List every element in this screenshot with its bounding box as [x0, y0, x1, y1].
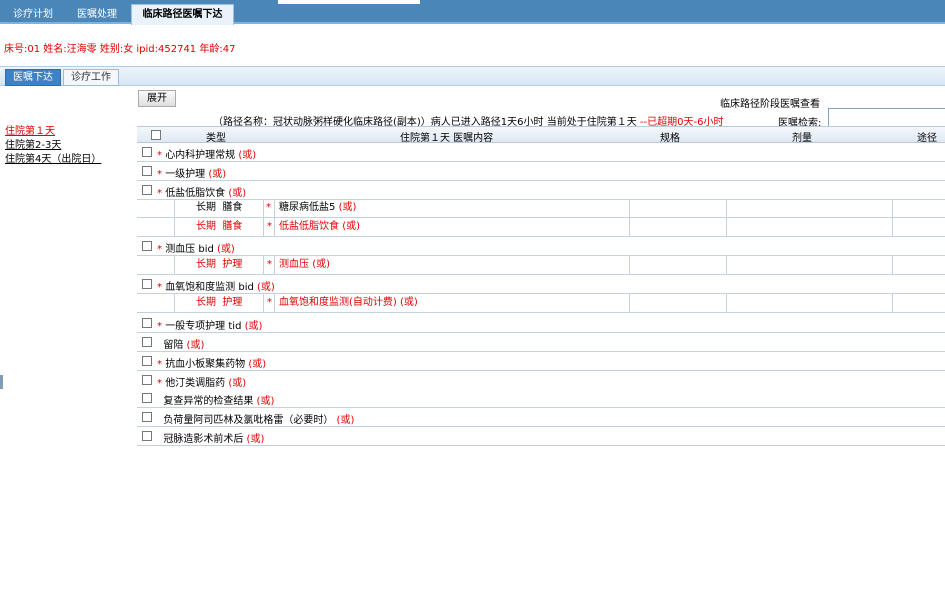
sub-star: * — [263, 294, 274, 313]
patient-info: 床号:01 姓名:汪海零 姓别:女 ipid:452741 年龄:47 — [4, 44, 236, 55]
tab-treatment-work[interactable]: 诊疗工作 — [63, 69, 119, 86]
row-text: 留陪 (或) — [163, 340, 205, 351]
order-row[interactable]: 负荷量阿司匹林及氯吡格雷（必要时） (或) — [137, 408, 945, 427]
row-checkbox[interactable] — [142, 412, 152, 422]
row-text: 负荷量阿司匹林及氯吡格雷（必要时） (或) — [163, 415, 355, 426]
order-row[interactable]: * 心内科护理常规 (或) — [137, 143, 945, 162]
sub-spec — [629, 294, 726, 313]
row-text: 冠脉造影术前术后 (或) — [163, 434, 265, 445]
sub-star: * — [263, 218, 274, 237]
sub-order-row[interactable]: 长期 膳食 * 低盐低脂饮食 (或) — [137, 218, 945, 237]
header-dose: 剂量 — [792, 133, 812, 144]
top-bar-gap — [278, 0, 420, 4]
sub-route — [892, 218, 945, 237]
row-checkbox[interactable] — [142, 279, 152, 289]
search-input[interactable] — [828, 108, 945, 127]
row-checkbox[interactable] — [142, 375, 152, 385]
header-route: 途径 — [917, 133, 937, 144]
stage-order-view-link[interactable]: 临床路径阶段医嘱查看 — [720, 95, 820, 110]
sub-dose — [726, 218, 892, 237]
top-tab-bar: 诊疗计划 医嘱处理 临床路径医嘱下达 — [0, 0, 945, 25]
row-text: * 一般专项护理 tid (或) — [157, 321, 263, 332]
row-checkbox[interactable] — [142, 337, 152, 347]
select-all-checkbox[interactable] — [151, 130, 161, 140]
sub-order-row[interactable]: 长期 护理 * 测血压 (或) — [137, 256, 945, 275]
day-list: 住院第１天 住院第2-3天 住院第4天（出院日） — [5, 125, 101, 167]
row-text: * 心内科护理常规 (或) — [157, 150, 257, 161]
sub-spec — [629, 199, 726, 218]
row-checkbox[interactable] — [142, 356, 152, 366]
order-row[interactable]: 冠脉造影术前术后 (或) — [137, 427, 945, 446]
sub-route — [892, 256, 945, 275]
row-checkbox[interactable] — [142, 431, 152, 441]
row-checkbox[interactable] — [142, 318, 152, 328]
day-link-1[interactable]: 住院第１天 — [5, 125, 101, 139]
tab-order-issue[interactable]: 医嘱下达 — [5, 69, 61, 86]
sub-route — [892, 294, 945, 313]
row-text: * 血氧饱和度监测 bid (或) — [157, 282, 275, 293]
day-link-4[interactable]: 住院第4天（出院日） — [5, 153, 101, 167]
sub-term-category: 长期 护理 — [174, 256, 263, 275]
sub-route — [892, 199, 945, 218]
order-row[interactable]: * 他汀类调脂药 (或) — [137, 371, 945, 390]
tab-treatment-plan[interactable]: 诊疗计划 — [4, 5, 62, 24]
order-row[interactable]: * 血氧饱和度监测 bid (或) — [137, 275, 945, 294]
sub-term-category: 长期 护理 — [174, 294, 263, 313]
order-row[interactable]: * 一般专项护理 tid (或) — [137, 314, 945, 333]
tab-order-processing[interactable]: 医嘱处理 — [66, 5, 128, 24]
row-checkbox[interactable] — [142, 185, 152, 195]
order-row[interactable]: 复查异常的检查结果 (或) — [137, 389, 945, 408]
header-type: 类型 — [206, 133, 226, 144]
row-text: * 测血压 bid (或) — [157, 244, 235, 255]
row-text: * 他汀类调脂药 (或) — [157, 378, 247, 389]
row-checkbox[interactable] — [142, 147, 152, 157]
day-link-2-3[interactable]: 住院第2-3天 — [5, 139, 101, 153]
order-row[interactable]: * 一级护理 (或) — [137, 162, 945, 181]
tab-clinical-path-orders[interactable]: 临床路径医嘱下达 — [131, 4, 234, 25]
expand-button[interactable]: 展开 — [138, 90, 176, 107]
row-text: 复查异常的检查结果 (或) — [163, 396, 275, 407]
sub-star: * — [266, 202, 271, 213]
sub-content: 血氧饱和度监测(自动计费) (或) — [274, 294, 629, 313]
order-row[interactable]: 留陪 (或) — [137, 333, 945, 352]
order-row[interactable]: * 测血压 bid (或) — [137, 237, 945, 256]
sub-order-row[interactable]: 长期 护理 * 血氧饱和度监测(自动计费) (或) — [137, 294, 945, 313]
sub-dose — [726, 294, 892, 313]
row-text: * 低盐低脂饮食 (或) — [157, 188, 247, 199]
row-checkbox[interactable] — [142, 393, 152, 403]
row-text: * 抗血小板聚集药物 (或) — [157, 359, 267, 370]
sub-tab-bar: 医嘱下达 诊疗工作 — [0, 66, 945, 86]
header-content: 住院第１天 医嘱内容 — [400, 133, 494, 144]
row-text: * 一级护理 (或) — [157, 169, 227, 180]
order-row[interactable]: * 低盐低脂饮食 (或) — [137, 181, 945, 200]
sub-content: 测血压 (或) — [274, 256, 629, 275]
sub-star: * — [263, 256, 274, 275]
order-row[interactable]: * 抗血小板聚集药物 (或) — [137, 352, 945, 371]
sub-dose — [726, 256, 892, 275]
sub-content: 糖尿病低盐5 (或) — [274, 199, 629, 218]
table-header: 类型 住院第１天 医嘱内容 规格 剂量 途径 — [137, 126, 945, 144]
sub-dose — [726, 199, 892, 218]
header-spec: 规格 — [660, 133, 680, 144]
sub-spec — [629, 256, 726, 275]
sub-order-row[interactable]: 长期 膳食 * 糖尿病低盐5 (或) — [137, 199, 945, 218]
row-checkbox[interactable] — [142, 241, 152, 251]
splitter-handle[interactable] — [0, 375, 3, 389]
sub-spec — [629, 218, 726, 237]
row-checkbox[interactable] — [142, 166, 152, 176]
sub-term-category: 长期 膳食 — [174, 218, 263, 237]
sub-content: 低盐低脂饮食 (或) — [274, 218, 629, 237]
